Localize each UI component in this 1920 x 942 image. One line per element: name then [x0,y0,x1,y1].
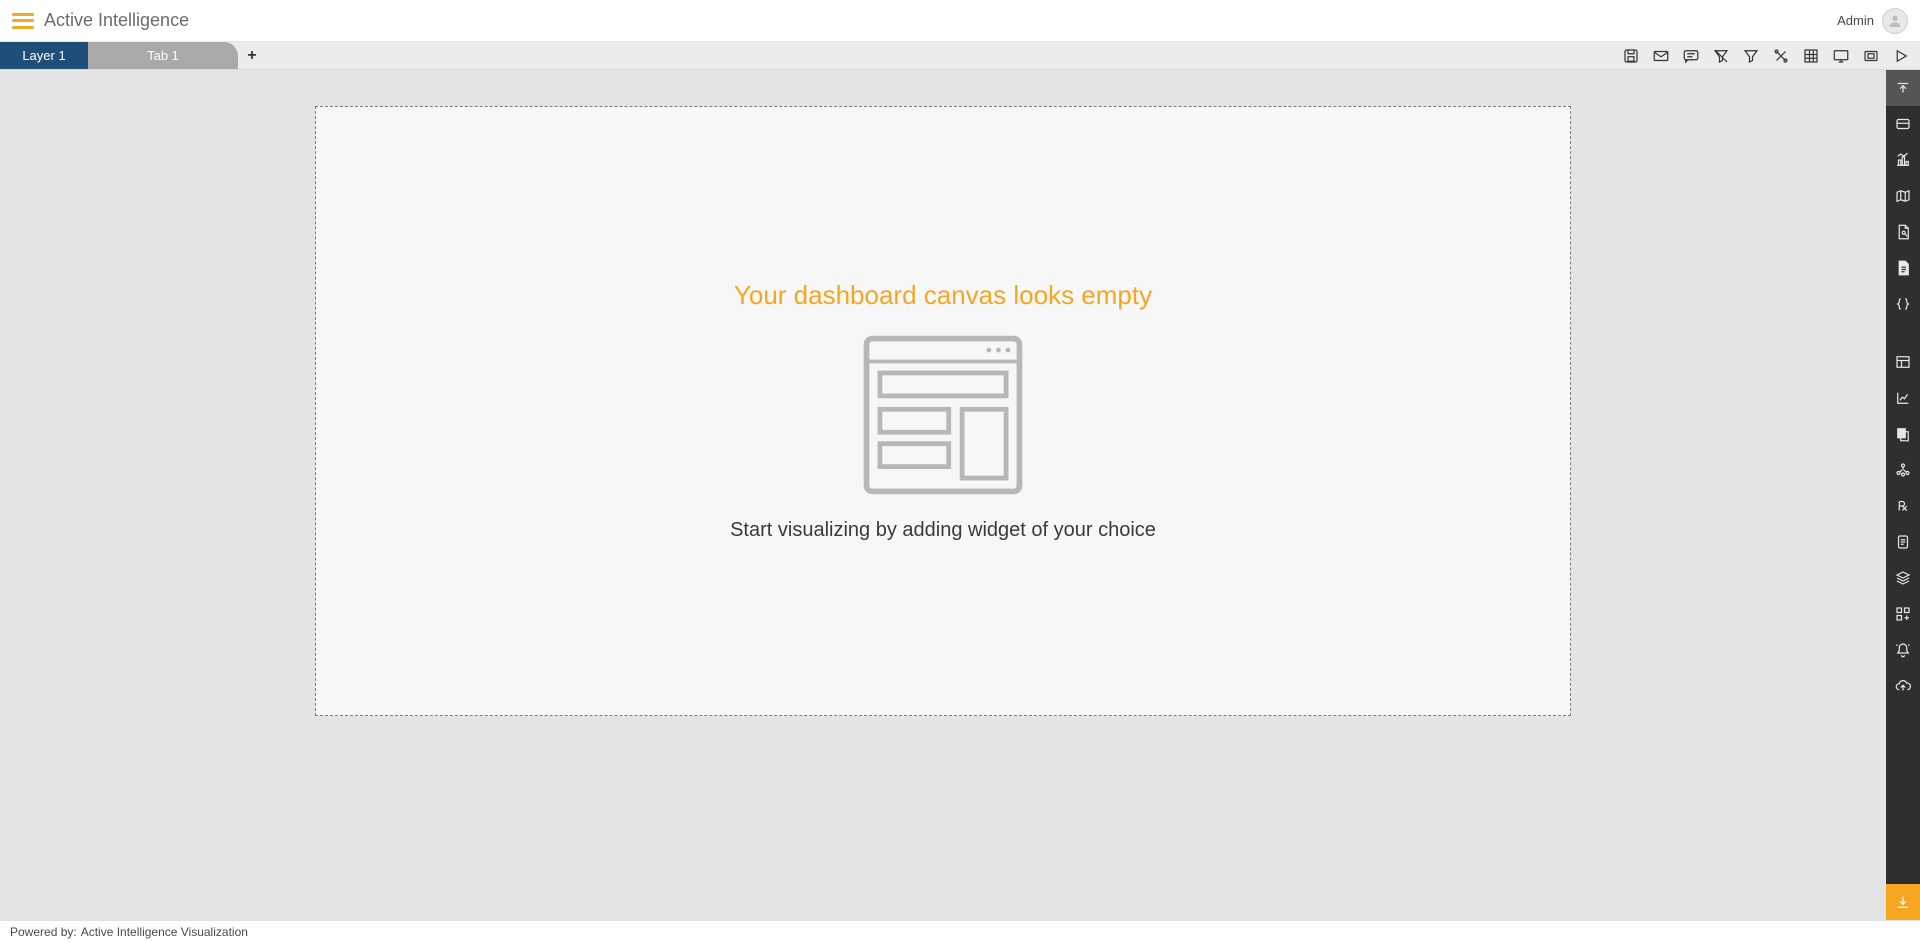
axis-widget-icon [1894,389,1912,407]
network-widget-icon [1894,461,1912,479]
plus-icon: + [247,47,256,65]
dashboard-placeholder-icon [857,329,1029,501]
filter-button[interactable] [1740,45,1762,67]
mail-button[interactable] [1650,45,1672,67]
person-icon [1887,13,1903,29]
comment-button[interactable] [1680,45,1702,67]
toolbar [1620,42,1920,69]
form-widget-icon [1894,533,1912,551]
alert-widget-icon [1894,641,1912,659]
tab-item-label: Tab 1 [147,48,179,63]
chart-widget-icon [1894,151,1912,169]
footer-powered-value: Active Intelligence Visualization [81,925,248,939]
rail-network-widget[interactable] [1886,452,1920,488]
download-icon [1894,893,1912,911]
rail-document-widget[interactable] [1886,250,1920,286]
filter-icon [1742,47,1760,65]
rail-report-widget[interactable] [1886,214,1920,250]
components-widget-icon [1894,605,1912,623]
empty-canvas-subtitle: Start visualizing by adding widget of yo… [730,519,1156,542]
header-right: Admin [1837,8,1908,34]
empty-canvas-illustration [857,329,1029,501]
footer-powered-label: Powered by: [10,925,77,939]
tab-bar: Layer 1 Tab 1 + [0,42,1920,70]
main: Your dashboard canvas looks empty Start … [0,70,1920,920]
rail-layers-widget[interactable] [1886,560,1920,596]
copy-widget-icon [1894,425,1912,443]
canvas-area: Your dashboard canvas looks empty Start … [0,70,1886,920]
rail-card-widget[interactable] [1886,106,1920,142]
collapse-icon [1894,79,1912,97]
rail-code-widget[interactable] [1886,286,1920,322]
cloud-upload-icon [1894,677,1912,695]
fit-button[interactable] [1860,45,1882,67]
user-avatar[interactable] [1882,8,1908,34]
save-button[interactable] [1620,45,1642,67]
tools-button[interactable] [1770,45,1792,67]
mail-icon [1652,47,1670,65]
dashboard-canvas[interactable]: Your dashboard canvas looks empty Start … [315,106,1571,716]
layer-tab-label: Layer 1 [22,48,65,63]
clear-filter-icon [1712,47,1730,65]
user-label: Admin [1837,13,1874,28]
empty-canvas-title: Your dashboard canvas looks empty [734,280,1152,311]
save-icon [1622,47,1640,65]
app-header: Active Intelligence Admin [0,0,1920,42]
layers-widget-icon [1894,569,1912,587]
report-widget-icon [1894,223,1912,241]
menu-icon[interactable] [12,13,34,29]
rail-copy-widget[interactable] [1886,416,1920,452]
footer: Powered by: Active Intelligence Visualiz… [0,920,1920,942]
play-icon [1892,47,1910,65]
add-tab-button[interactable]: + [238,42,266,69]
rail-components-widget[interactable] [1886,596,1920,632]
fit-icon [1862,47,1880,65]
device-button[interactable] [1830,45,1852,67]
clear-filter-button[interactable] [1710,45,1732,67]
rail-cloud-upload[interactable] [1886,668,1920,704]
rail-collapse-button[interactable] [1886,70,1920,106]
layer-tab[interactable]: Layer 1 [0,42,88,69]
code-widget-icon [1894,295,1912,313]
device-icon [1832,47,1850,65]
document-widget-icon [1894,259,1912,277]
header-left: Active Intelligence [12,10,189,31]
app-title: Active Intelligence [44,10,189,31]
table-widget-icon [1894,353,1912,371]
rail-form-widget[interactable] [1886,524,1920,560]
rail-map-widget[interactable] [1886,178,1920,214]
rail-download-button[interactable] [1886,884,1920,920]
rail-axis-widget[interactable] [1886,380,1920,416]
map-widget-icon [1894,187,1912,205]
card-widget-icon [1894,115,1912,133]
tab-item[interactable]: Tab 1 [88,42,238,69]
rail-rx-widget[interactable] [1886,488,1920,524]
play-button[interactable] [1890,45,1912,67]
comment-icon [1682,47,1700,65]
grid-button[interactable] [1800,45,1822,67]
grid-icon [1802,47,1820,65]
rail-table-widget[interactable] [1886,344,1920,380]
rail-alert-widget[interactable] [1886,632,1920,668]
rail-chart-widget[interactable] [1886,142,1920,178]
widget-siderail [1886,70,1920,920]
tabs-left: Layer 1 Tab 1 + [0,42,266,69]
rx-widget-icon [1894,497,1912,515]
tools-icon [1772,47,1790,65]
